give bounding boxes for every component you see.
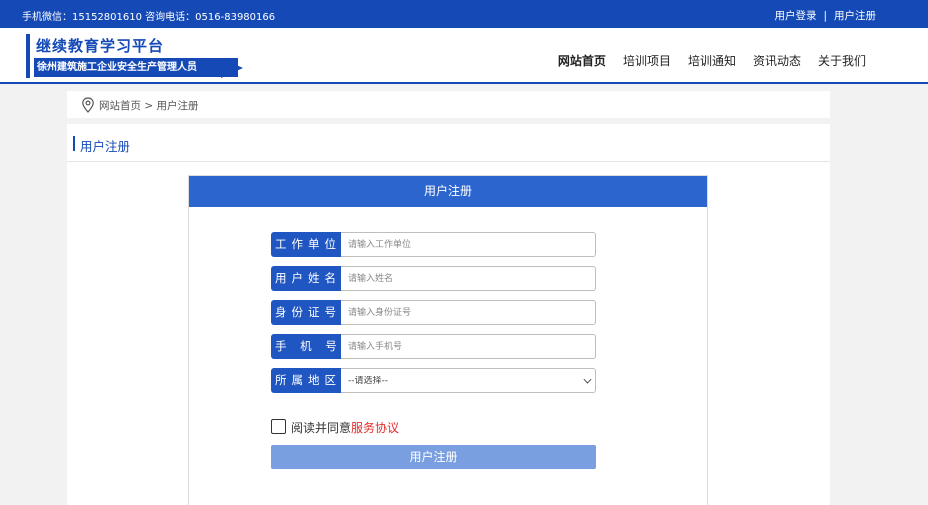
user-name-label: 用户姓名 bbox=[271, 266, 341, 291]
id-number-row: 身份证号 bbox=[271, 300, 596, 325]
agreement-text: 阅读并同意服务协议 bbox=[291, 419, 399, 436]
region-row: 所属地区 --请选择-- bbox=[271, 368, 596, 393]
phone-row: 手 机 号 bbox=[271, 334, 596, 359]
service-agreement-link[interactable]: 服务协议 bbox=[351, 421, 399, 435]
site-logo[interactable]: 继续教育学习平台 徐州建筑施工企业安全生产管理人员 bbox=[26, 34, 243, 80]
region-select[interactable]: --请选择-- bbox=[341, 368, 596, 393]
agreement-prefix: 阅读并同意 bbox=[291, 421, 352, 435]
work-unit-input[interactable] bbox=[341, 232, 596, 257]
logo-title: 继续教育学习平台 bbox=[36, 37, 165, 55]
user-name-input[interactable] bbox=[341, 266, 596, 291]
user-name-row: 用户姓名 bbox=[271, 266, 596, 291]
nav-training-projects[interactable]: 培训项目 bbox=[623, 54, 671, 68]
register-submit-button[interactable]: 用户注册 bbox=[271, 445, 596, 469]
top-contact-bar: 手机微信：15152801610 咨询电话：0516-83980166 用户登录… bbox=[0, 0, 928, 28]
agreement-checkbox[interactable] bbox=[271, 419, 286, 434]
breadcrumb: 网站首页 > 用户注册 bbox=[67, 91, 830, 118]
id-number-label: 身份证号 bbox=[271, 300, 341, 325]
contact-info: 手机微信：15152801610 咨询电话：0516-83980166 bbox=[22, 12, 276, 23]
auth-separator: | bbox=[823, 10, 827, 22]
logo-subtitle: 徐州建筑施工企业安全生产管理人员 bbox=[34, 58, 238, 77]
id-number-input[interactable] bbox=[341, 300, 596, 325]
site-header: 继续教育学习平台 徐州建筑施工企业安全生产管理人员 网站首页 培训项目 培训通知 资讯… bbox=[0, 28, 928, 84]
register-form: 用户注册 工作单位 用户姓名 身份证号 手 机 号 所属地区 --请选择-- bbox=[188, 175, 708, 505]
form-header: 用户注册 bbox=[189, 176, 707, 207]
phone-label: 手 机 号 bbox=[271, 334, 341, 359]
nav-home[interactable]: 网站首页 bbox=[558, 54, 606, 68]
auth-links: 用户登录 | 用户注册 bbox=[774, 8, 876, 23]
work-unit-label: 工作单位 bbox=[271, 232, 341, 257]
login-link[interactable]: 用户登录 bbox=[774, 10, 816, 22]
region-label: 所属地区 bbox=[271, 368, 341, 393]
panel-header: 用户注册 bbox=[67, 124, 830, 162]
logo-bar bbox=[26, 34, 30, 78]
panel-title-marker bbox=[73, 136, 75, 151]
register-link[interactable]: 用户注册 bbox=[834, 10, 876, 22]
logo-arrow-icon bbox=[221, 58, 243, 78]
nav-about[interactable]: 关于我们 bbox=[818, 54, 866, 68]
nav-training-notices[interactable]: 培训通知 bbox=[688, 54, 736, 68]
breadcrumb-text: 网站首页 > 用户注册 bbox=[99, 100, 199, 112]
main-nav: 网站首页 培训项目 培训通知 资讯动态 关于我们 bbox=[541, 52, 866, 69]
phone-input[interactable] bbox=[341, 334, 596, 359]
location-pin-icon bbox=[82, 97, 94, 113]
nav-news[interactable]: 资讯动态 bbox=[753, 54, 801, 68]
work-unit-row: 工作单位 bbox=[271, 232, 596, 257]
page-title: 用户注册 bbox=[80, 139, 131, 154]
main-panel: 用户注册 用户注册 工作单位 用户姓名 身份证号 手 机 号 所属地区 --请选… bbox=[67, 124, 830, 505]
